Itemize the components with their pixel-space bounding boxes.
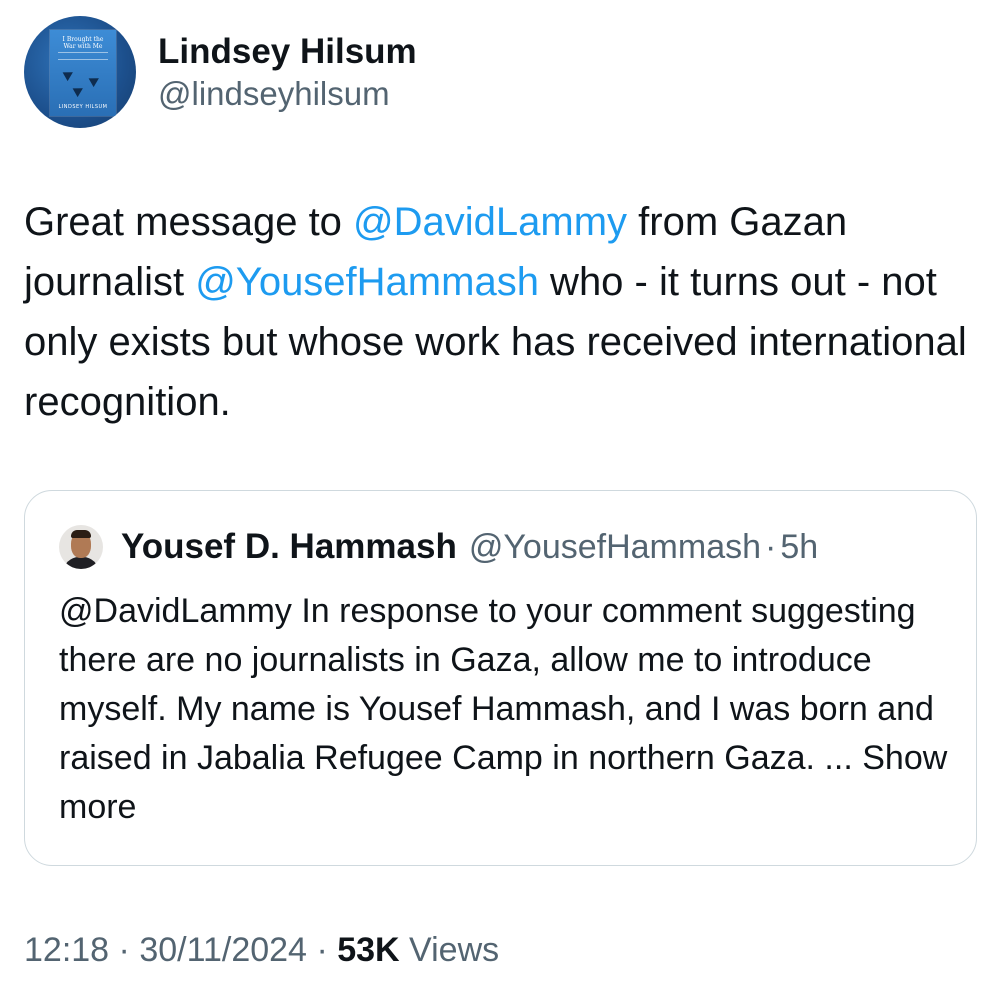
book-cover-image: I Brought the War with Me LINDSEY HILSUM (50, 30, 116, 116)
quoted-author-display-name[interactable]: Yousef D. Hammash (121, 527, 457, 567)
tweet-header: I Brought the War with Me LINDSEY HILSUM… (24, 16, 417, 128)
avatar-hair (71, 530, 91, 538)
tweet-date[interactable]: 30/11/2024 (139, 931, 307, 969)
quoted-tweet-card[interactable]: Yousef D. Hammash @YousefHammash · 5h @D… (24, 490, 977, 866)
separator-dot: · (118, 931, 130, 969)
book-subtitle-lines (58, 52, 108, 60)
quoted-tweet-text: @DavidLammy In response to your comment … (59, 587, 949, 832)
avatar-shirt (63, 557, 99, 569)
jet-icon (72, 83, 86, 98)
author-avatar[interactable]: I Brought the War with Me LINDSEY HILSUM (24, 16, 136, 128)
author-identity: Lindsey Hilsum @lindseyhilsum (158, 32, 417, 116)
separator-dot: · (316, 931, 328, 969)
jet-icon (62, 67, 76, 82)
jet-icon (88, 73, 102, 88)
author-display-name[interactable]: Lindsey Hilsum (158, 32, 417, 72)
tweet-detail: I Brought the War with Me LINDSEY HILSUM… (0, 0, 1000, 985)
quoted-tweet-time[interactable]: 5h (780, 528, 818, 567)
quoted-author-avatar[interactable] (59, 525, 103, 569)
quoted-author-handle[interactable]: @YousefHammash (469, 528, 761, 567)
author-handle[interactable]: @lindseyhilsum (158, 72, 417, 116)
book-author: LINDSEY HILSUM (58, 104, 108, 110)
views-count[interactable]: 53K (337, 931, 399, 969)
mention-link-yousefhammash[interactable]: @YousefHammash (195, 260, 539, 304)
separator-dot: · (765, 527, 777, 566)
mention-link-davidlammy[interactable]: @DavidLammy (353, 200, 627, 244)
views-label[interactable]: Views (409, 931, 499, 969)
tweet-meta: 12:18 · 30/11/2024 · 53K Views (24, 928, 499, 972)
tweet-text-segment: Great message to (24, 200, 354, 244)
quoted-tweet-header: Yousef D. Hammash @YousefHammash · 5h (59, 525, 818, 569)
tweet-text: Great message to @DavidLammy from Gazan … (24, 192, 974, 432)
tweet-time[interactable]: 12:18 (24, 931, 109, 969)
book-title: I Brought the War with Me (62, 36, 104, 50)
quoted-tweet-body: @DavidLammy In response to your comment … (59, 592, 934, 777)
